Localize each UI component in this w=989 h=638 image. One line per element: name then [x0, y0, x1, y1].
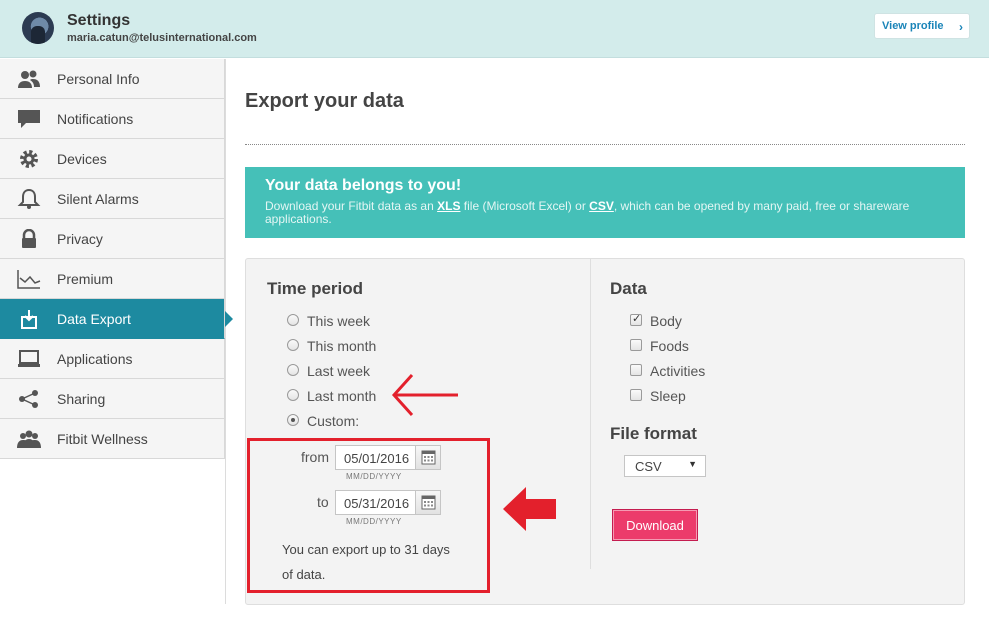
sidebar-item-label: Notifications	[57, 111, 134, 127]
sidebar-item-silent-alarms[interactable]: Silent Alarms	[0, 179, 225, 219]
settings-sidebar: Personal Info Notifications Devices Sile…	[0, 59, 233, 604]
divider	[245, 144, 965, 145]
banner-text-part: Download your Fitbit data as an	[265, 199, 438, 213]
xls-link[interactable]: XLS	[437, 199, 460, 213]
sidebar-item-notifications[interactable]: Notifications	[0, 99, 225, 139]
annotation-highlight-box	[247, 438, 490, 593]
gear-icon	[20, 150, 38, 168]
lock-icon	[22, 229, 36, 248]
top-header: Settings maria.catun@telusinternational.…	[0, 0, 989, 58]
sidebar-item-label: Data Export	[57, 311, 131, 327]
radio-label: This week	[307, 313, 371, 329]
view-profile-label: View profile	[882, 20, 944, 32]
line-chart-icon	[17, 270, 41, 289]
sidebar-item-label: Personal Info	[57, 71, 140, 87]
view-profile-button[interactable]: View profile ›	[874, 13, 970, 39]
radio-button[interactable]	[287, 389, 299, 401]
sidebar-item-personal-info[interactable]: Personal Info	[0, 59, 225, 99]
share-icon	[19, 390, 38, 408]
sidebar-item-sharing[interactable]: Sharing	[0, 379, 225, 419]
download-button[interactable]: Download	[612, 509, 698, 541]
sidebar-item-label: Privacy	[57, 231, 103, 247]
sidebar-item-applications[interactable]: Applications	[0, 339, 225, 379]
chevron-right-icon: ›	[959, 20, 963, 34]
sidebar-item-devices[interactable]: Devices	[0, 139, 225, 179]
sidebar-item-data-export[interactable]: Data Export	[0, 299, 233, 339]
user-email: maria.catun@telusinternational.com	[67, 32, 257, 44]
laptop-icon	[18, 350, 40, 367]
radio-button[interactable]	[287, 339, 299, 351]
file-format-title: File format	[610, 424, 697, 443]
csv-link[interactable]: CSV	[589, 199, 614, 213]
info-banner: Your data belongs to you! Download your …	[245, 167, 965, 238]
checkbox[interactable]	[630, 389, 642, 401]
dropdown-arrow-icon: ▼	[688, 459, 697, 469]
sidebar-item-label: Silent Alarms	[57, 191, 139, 207]
checkbox-label: Body	[650, 313, 682, 329]
radio-button[interactable]	[287, 364, 299, 376]
file-format-value: CSV	[635, 459, 662, 474]
annotation-arrow-left-thin	[391, 373, 458, 417]
people-icon	[18, 70, 40, 88]
radio-button[interactable]	[287, 314, 299, 326]
sidebar-item-fitbit-wellness[interactable]: Fitbit Wellness	[0, 419, 225, 459]
sidebar-item-label: Devices	[57, 151, 107, 167]
sidebar-item-label: Fitbit Wellness	[57, 431, 148, 447]
banner-text: Download your Fitbit data as an XLS file…	[265, 200, 955, 226]
checkbox-label: Foods	[650, 338, 689, 354]
banner-text-part: file (Microsoft Excel) or	[460, 199, 590, 213]
data-title: Data	[610, 279, 647, 298]
checkbox[interactable]	[630, 339, 642, 351]
chat-bubble-icon	[18, 110, 40, 128]
checkbox[interactable]	[630, 364, 642, 376]
radio-label: Last week	[307, 363, 371, 379]
avatar[interactable]	[22, 12, 54, 44]
checkbox-label: Sleep	[650, 388, 686, 404]
bell-icon	[17, 189, 41, 209]
file-format-select[interactable]: CSV ▼	[624, 455, 706, 477]
export-icon	[21, 310, 37, 329]
time-period-title: Time period	[267, 279, 364, 298]
sidebar-item-premium[interactable]: Premium	[0, 259, 225, 299]
annotation-arrow-left-bold	[503, 487, 556, 531]
checkbox-checked[interactable]	[630, 312, 642, 326]
panel-divider	[590, 259, 591, 569]
sidebar-item-label: Sharing	[57, 391, 106, 407]
sidebar-item-label: Premium	[57, 271, 114, 287]
radio-label: Last month	[307, 388, 377, 404]
page-header-title: Settings	[67, 12, 131, 29]
sidebar-item-label: Applications	[57, 351, 133, 367]
page-title: Export your data	[245, 90, 404, 112]
radio-label: This month	[307, 338, 377, 354]
sidebar-item-privacy[interactable]: Privacy	[0, 219, 225, 259]
checkbox-label: Activities	[650, 363, 706, 379]
banner-title: Your data belongs to you!	[265, 177, 462, 194]
radio-button-selected[interactable]	[287, 414, 299, 426]
radio-label: Custom:	[307, 413, 360, 429]
group-icon	[17, 430, 41, 448]
